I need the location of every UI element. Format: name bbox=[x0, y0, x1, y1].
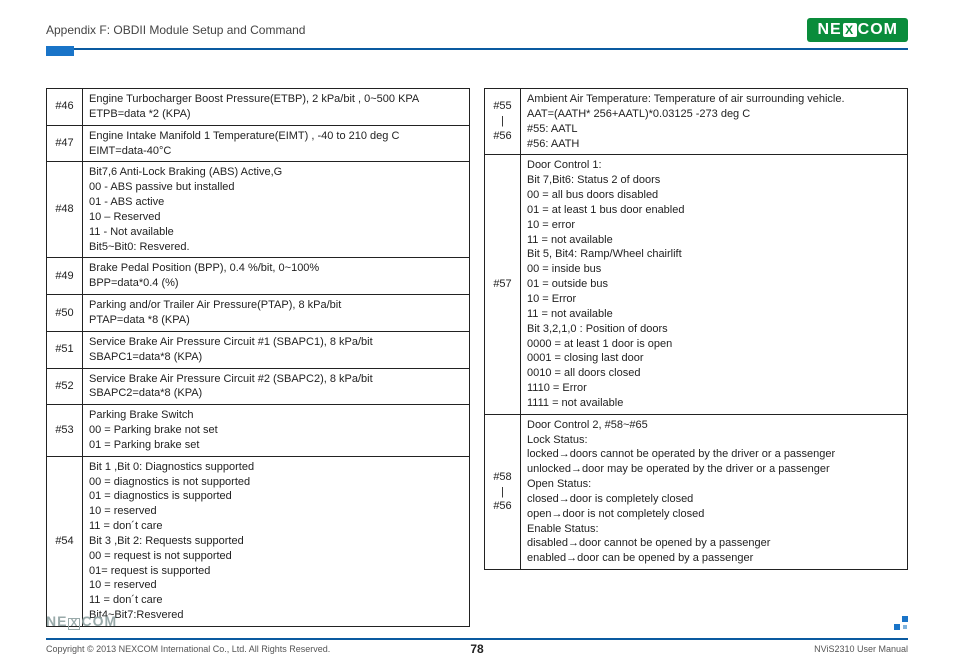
table-row: #55 | #56Ambient Air Temperature: Temper… bbox=[485, 89, 908, 155]
footer-logo-x-icon: X bbox=[68, 618, 80, 630]
footer-logo-left: NE bbox=[46, 613, 67, 629]
row-index: #58 | #56 bbox=[485, 414, 521, 569]
row-description: Service Brake Air Pressure Circuit #1 (S… bbox=[83, 331, 470, 368]
page-footer: Copyright © 2013 NEXCOM International Co… bbox=[46, 638, 908, 654]
row-description: Parking and/or Trailer Air Pressure(PTAP… bbox=[83, 295, 470, 332]
manual-name: NViS2310 User Manual bbox=[814, 644, 908, 654]
copyright-text: Copyright © 2013 NEXCOM International Co… bbox=[46, 644, 330, 654]
logo-part-left: NE bbox=[817, 21, 841, 39]
appendix-title: Appendix F: OBDII Module Setup and Comma… bbox=[46, 23, 305, 37]
table-row: #54Bit 1 ,Bit 0: Diagnostics supported 0… bbox=[47, 456, 470, 626]
row-description: Bit7,6 Anti-Lock Braking (ABS) Active,G … bbox=[83, 162, 470, 258]
table-row: #57Door Control 1: Bit 7,Bit6: Status 2 … bbox=[485, 155, 908, 414]
row-index: #46 bbox=[47, 89, 83, 126]
row-description: Service Brake Air Pressure Circuit #2 (S… bbox=[83, 368, 470, 405]
left-column: #46Engine Turbocharger Boost Pressure(ET… bbox=[46, 88, 470, 627]
logo-part-right: COM bbox=[858, 21, 898, 39]
brand-logo: NE X COM bbox=[807, 18, 908, 42]
row-index: #50 bbox=[47, 295, 83, 332]
row-description: Door Control 1: Bit 7,Bit6: Status 2 of … bbox=[521, 155, 908, 414]
row-description: Engine Turbocharger Boost Pressure(ETBP)… bbox=[83, 89, 470, 126]
row-description: Parking Brake Switch 00 = Parking brake … bbox=[83, 405, 470, 457]
row-description: Ambient Air Temperature: Temperature of … bbox=[521, 89, 908, 155]
right-table: #55 | #56Ambient Air Temperature: Temper… bbox=[484, 88, 908, 570]
footer-logo: NEXCOM bbox=[46, 613, 117, 630]
table-row: #48Bit7,6 Anti-Lock Braking (ABS) Active… bbox=[47, 162, 470, 258]
row-description: Brake Pedal Position (BPP), 0.4 %/bit, 0… bbox=[83, 258, 470, 295]
table-row: #47Engine Intake Manifold 1 Temperature(… bbox=[47, 125, 470, 162]
row-index: #57 bbox=[485, 155, 521, 414]
row-description: Engine Intake Manifold 1 Temperature(EIM… bbox=[83, 125, 470, 162]
table-row: #51Service Brake Air Pressure Circuit #1… bbox=[47, 331, 470, 368]
content-area: #46Engine Turbocharger Boost Pressure(ET… bbox=[46, 88, 908, 627]
table-row: #53Parking Brake Switch 00 = Parking bra… bbox=[47, 405, 470, 457]
corner-decoration-icon bbox=[894, 616, 908, 630]
table-row: #50Parking and/or Trailer Air Pressure(P… bbox=[47, 295, 470, 332]
left-table: #46Engine Turbocharger Boost Pressure(ET… bbox=[46, 88, 470, 627]
table-row: #46Engine Turbocharger Boost Pressure(ET… bbox=[47, 89, 470, 126]
row-index: #52 bbox=[47, 368, 83, 405]
section-tab-icon bbox=[46, 46, 74, 56]
row-index: #48 bbox=[47, 162, 83, 258]
table-row: #58 | #56Door Control 2, #58~#65 Lock St… bbox=[485, 414, 908, 569]
table-row: #49Brake Pedal Position (BPP), 0.4 %/bit… bbox=[47, 258, 470, 295]
row-index: #47 bbox=[47, 125, 83, 162]
row-index: #55 | #56 bbox=[485, 89, 521, 155]
row-index: #49 bbox=[47, 258, 83, 295]
row-description: Bit 1 ,Bit 0: Diagnostics supported 00 =… bbox=[83, 456, 470, 626]
row-index: #53 bbox=[47, 405, 83, 457]
row-index: #51 bbox=[47, 331, 83, 368]
right-column: #55 | #56Ambient Air Temperature: Temper… bbox=[484, 88, 908, 627]
row-description: Door Control 2, #58~#65 Lock Status: loc… bbox=[521, 414, 908, 569]
logo-x-icon: X bbox=[843, 23, 857, 37]
footer-logo-right: COM bbox=[81, 613, 117, 629]
row-index: #54 bbox=[47, 456, 83, 626]
page-header: Appendix F: OBDII Module Setup and Comma… bbox=[46, 18, 908, 50]
page-number: 78 bbox=[470, 642, 483, 656]
table-row: #52Service Brake Air Pressure Circuit #2… bbox=[47, 368, 470, 405]
